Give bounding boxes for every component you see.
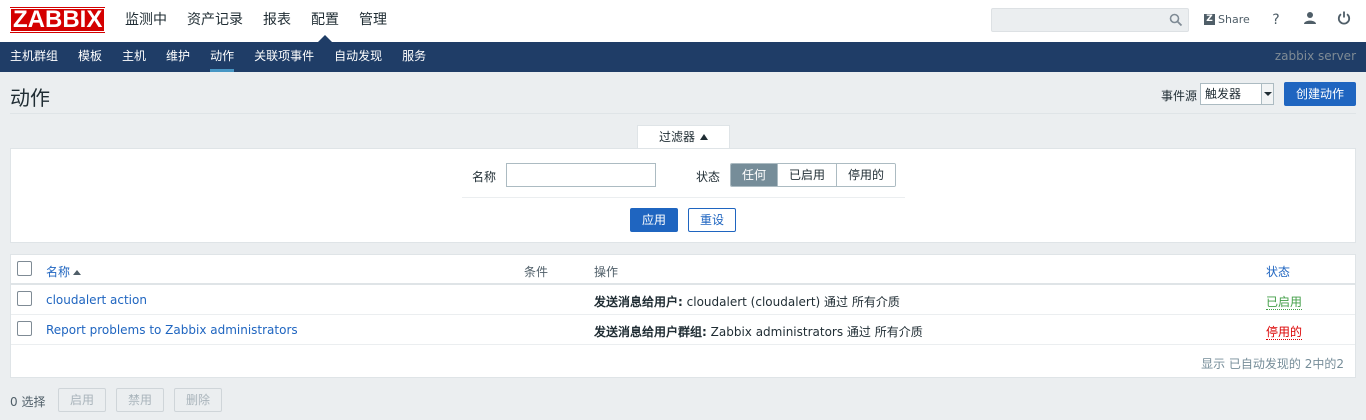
collapse-arrow-icon: [700, 134, 708, 140]
header-status[interactable]: 状态: [1266, 263, 1290, 280]
share-button[interactable]: Z Share: [1204, 13, 1250, 26]
selected-count: 0 选择: [10, 395, 46, 409]
table-summary: 显示 已自动发现的 2中的2: [1201, 357, 1344, 371]
reset-button[interactable]: 重设: [688, 208, 736, 232]
help-icon[interactable]: ?: [1267, 11, 1285, 29]
row-checkbox[interactable]: [17, 321, 32, 336]
event-source-value: 触发器: [1205, 87, 1242, 101]
create-action-button[interactable]: 创建动作: [1284, 82, 1356, 106]
filter-status-label: 状态: [696, 170, 721, 184]
menu-administration[interactable]: 管理: [349, 0, 397, 42]
filter-tab-label: 过滤器: [658, 130, 695, 144]
submenu-services[interactable]: 服务: [392, 42, 436, 72]
operation-type: 发送消息给用户群组:: [594, 325, 707, 339]
search-input[interactable]: [991, 8, 1189, 32]
disable-selected-button[interactable]: 禁用: [116, 388, 164, 412]
submenu-actions[interactable]: 动作: [200, 42, 244, 72]
status-option-any[interactable]: 任何: [731, 164, 778, 186]
share-label: Share: [1218, 13, 1250, 26]
status-badge[interactable]: 已启用: [1266, 293, 1303, 310]
select-all-checkbox[interactable]: [17, 261, 32, 276]
filter-divider: [462, 197, 905, 198]
filter-panel: [10, 148, 1356, 243]
filter-tab[interactable]: 过滤器: [637, 125, 730, 149]
status-option-disabled[interactable]: 停用的: [836, 164, 896, 186]
user-profile-icon[interactable]: [1301, 11, 1319, 29]
share-icon: Z: [1204, 14, 1215, 25]
submenu-host-groups[interactable]: 主机群组: [0, 42, 68, 72]
header-operations: 操作: [594, 265, 619, 279]
status-disabled-link[interactable]: 停用的: [1266, 325, 1303, 340]
table-header: 名称 条件 操作 状态: [11, 255, 1355, 285]
actions-table: 名称 条件 操作 状态 cloudalert action 发送消息给用户: c…: [10, 254, 1356, 378]
page-title: 动作: [10, 86, 50, 110]
filter-status-selector: 任何 已启用 停用的: [730, 163, 897, 187]
menu-configuration[interactable]: 配置: [301, 0, 349, 42]
header-conditions: 条件: [524, 265, 549, 279]
event-source-label: 事件源: [1161, 89, 1198, 103]
top-bar: ZABBIX 监测中 资产记录 报表 配置 管理 Z Share ?: [0, 0, 1366, 42]
action-operations: 发送消息给用户: cloudalert (cloudalert) 通过 所有介质: [594, 293, 900, 310]
status-enabled-link[interactable]: 已启用: [1266, 295, 1303, 310]
menu-reports[interactable]: 报表: [253, 0, 301, 42]
chevron-down-icon: [1261, 84, 1273, 104]
menu-monitoring[interactable]: 监测中: [115, 0, 177, 42]
operation-type: 发送消息给用户:: [594, 295, 683, 309]
operation-detail: Zabbix administrators 通过 所有介质: [710, 325, 923, 339]
action-operations: 发送消息给用户群组: Zabbix administrators 通过 所有介质: [594, 323, 923, 340]
operation-detail: cloudalert (cloudalert) 通过 所有介质: [686, 295, 900, 309]
submenu-templates[interactable]: 模板: [68, 42, 112, 72]
action-name-link[interactable]: cloudalert action: [46, 293, 147, 307]
event-source-select[interactable]: 触发器: [1200, 83, 1274, 105]
submenu-discovery[interactable]: 自动发现: [324, 42, 392, 72]
status-badge[interactable]: 停用的: [1266, 323, 1303, 340]
filter-name-label: 名称: [472, 170, 497, 184]
apply-button[interactable]: 应用: [630, 208, 678, 232]
server-name: zabbix server: [1274, 49, 1356, 63]
submenu-maintenance[interactable]: 维护: [156, 42, 200, 72]
header-divider: [10, 113, 1356, 114]
zabbix-logo[interactable]: ZABBIX: [10, 7, 106, 33]
sign-out-icon[interactable]: [1335, 11, 1353, 29]
menu-inventory[interactable]: 资产记录: [177, 0, 253, 42]
row-checkbox[interactable]: [17, 291, 32, 306]
enable-selected-button[interactable]: 启用: [58, 388, 106, 412]
header-name-label: 名称: [46, 265, 71, 279]
action-name-link[interactable]: Report problems to Zabbix administrators: [46, 323, 298, 337]
filter-name-input[interactable]: [506, 163, 656, 187]
table-row: cloudalert action 发送消息给用户: cloudalert (c…: [11, 285, 1355, 315]
table-row: Report problems to Zabbix administrators…: [11, 315, 1355, 345]
search-icon[interactable]: [1169, 13, 1183, 27]
sub-menu: 主机群组 模板 主机 维护 动作 关联项事件 自动发现 服务 zabbix se…: [0, 42, 1366, 72]
submenu-event-correlation[interactable]: 关联项事件: [244, 42, 324, 72]
header-name[interactable]: 名称: [46, 263, 82, 280]
submenu-hosts[interactable]: 主机: [112, 42, 156, 72]
delete-selected-button[interactable]: 删除: [174, 388, 222, 412]
main-menu: 监测中 资产记录 报表 配置 管理: [115, 0, 397, 42]
status-option-enabled[interactable]: 已启用: [777, 164, 837, 186]
sort-asc-icon: [73, 270, 82, 275]
